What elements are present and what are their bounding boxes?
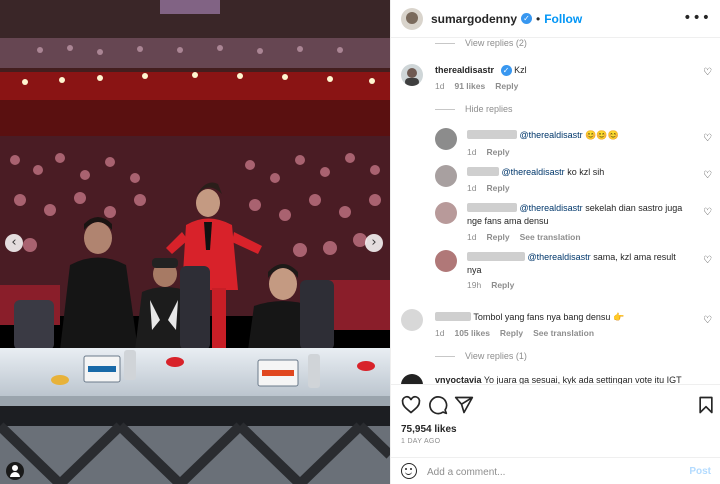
post-header: sumargodenny ✓ • Follow ••• [391,0,720,38]
post-timestamp[interactable]: 1 DAY AGO [401,438,440,445]
author-username[interactable]: sumargodenny [431,12,517,26]
reply-avatar[interactable] [435,202,457,224]
reply-button[interactable]: Reply [495,81,518,91]
commenter-avatar[interactable] [401,309,423,331]
reply-button[interactable]: Reply [486,147,509,157]
reply-button[interactable]: Reply [486,232,509,242]
commenter-avatar[interactable] [401,64,423,86]
comment-text: Yo juara ga sesuai, kyk ada settingan vo… [483,375,682,384]
verified-icon: ✓ [521,13,533,24]
follow-button[interactable]: Follow [544,12,582,26]
reply-button[interactable]: Reply [491,280,514,290]
author-avatar[interactable] [401,7,423,30]
chevron-right-icon[interactable]: › [365,234,383,252]
share-icon[interactable] [454,395,474,415]
reply-meta: 19h Reply [467,280,524,290]
comment-username[interactable]: vnyoctavia [435,375,482,384]
comment-likes[interactable]: 91 likes [454,81,485,91]
verified-icon: ✓ [500,65,512,76]
see-translation-button[interactable]: See translation [533,328,594,338]
reply-time: 1d [467,232,477,242]
user-tag-icon[interactable] [6,462,24,480]
comment-meta: 1d 91 likes Reply [435,81,528,91]
comment-username[interactable]: therealdisastr [435,65,494,75]
heart-icon[interactable] [401,395,421,415]
reply-text: ko kzl sih [567,167,605,177]
reply-time: 19h [467,280,482,290]
view-replies-button[interactable]: View replies (2) [435,38,527,48]
bookmark-icon[interactable] [696,395,716,415]
reply-mention[interactable]: @therealdisastr [528,252,591,262]
separator-dot: • [536,11,541,26]
comment-meta: 1d 105 likes Reply See translation [435,328,604,338]
reply-avatar[interactable] [435,128,457,150]
comment-body: Tombol yang fans nya bang densu 👉 [435,311,624,324]
post-photo[interactable]: ‹ › [0,0,390,484]
reply-mention[interactable]: @therealdisastr [502,167,565,177]
reply-body: @therealdisastr 😊😊😊 [467,129,619,142]
heart-icon[interactable]: ♡ [703,316,713,326]
comment-time: 1d [435,328,445,338]
heart-icon[interactable]: ♡ [703,256,713,266]
heart-icon[interactable]: ♡ [703,134,713,144]
hide-replies-button[interactable]: Hide replies [435,104,513,114]
reply-meta: 1d Reply [467,183,520,193]
emoji-icon[interactable] [401,463,417,479]
post-actions: 75,954 likes 1 DAY AGO Post [391,384,720,484]
reply-button[interactable]: Reply [500,328,523,338]
avatar-image [405,68,419,86]
reply-mention[interactable]: @therealdisastr [520,130,583,140]
reply-body: @therealdisastr sekelah dian sastro juga… [467,202,697,228]
add-comment-bar: Post [391,457,720,484]
redacted-username [467,203,517,212]
redacted-username [467,167,499,176]
chevron-left-icon[interactable]: ‹ [5,234,23,252]
heart-icon[interactable]: ♡ [703,171,713,181]
reply-avatar[interactable] [435,165,457,187]
redacted-username [467,130,517,139]
reply-body: @therealdisastr ko kzl sih [467,166,604,179]
see-translation-button[interactable]: See translation [520,232,581,242]
reply-button[interactable]: Reply [486,183,509,193]
comment-text: Tombol yang fans nya bang densu 👉 [473,312,625,322]
reply-avatar[interactable] [435,250,457,272]
view-replies-button[interactable]: View replies (1) [435,351,527,361]
reply-time: 1d [467,147,477,157]
comment-likes[interactable]: 105 likes [454,328,489,338]
comment-body: therealdisastr ✓ Kzl [435,64,527,77]
comments-list[interactable]: View replies (2) therealdisastr ✓ Kzl 1d… [391,38,720,384]
heart-icon[interactable]: ♡ [703,68,713,78]
reply-meta: 1d Reply See translation [467,232,591,242]
comment-time: 1d [435,81,445,91]
like-count[interactable]: 75,954 likes [401,424,457,435]
reply-mention[interactable]: @therealdisastr [520,203,583,213]
post-sidebar: sumargodenny ✓ • Follow ••• View replies… [390,0,720,484]
redacted-username [435,312,471,321]
comment-body: vnyoctavia Yo juara ga sesuai, kyk ada s… [435,374,682,384]
comment-text: Kzl [514,65,527,75]
more-options-icon[interactable]: ••• [683,10,711,26]
comment-input[interactable] [427,464,667,480]
reply-body: @therealdisastr sama, kzl ama result nya [467,251,677,277]
heart-icon[interactable]: ♡ [703,208,713,218]
comment-icon[interactable] [428,395,448,415]
reply-text: 😊😊😊 [585,130,619,140]
post-comment-button[interactable]: Post [689,466,711,477]
redacted-username [467,252,525,261]
commenter-avatar[interactable] [401,374,423,384]
stage-photo-illustration [0,0,390,484]
reply-meta: 1d Reply [467,147,520,157]
reply-time: 1d [467,183,477,193]
